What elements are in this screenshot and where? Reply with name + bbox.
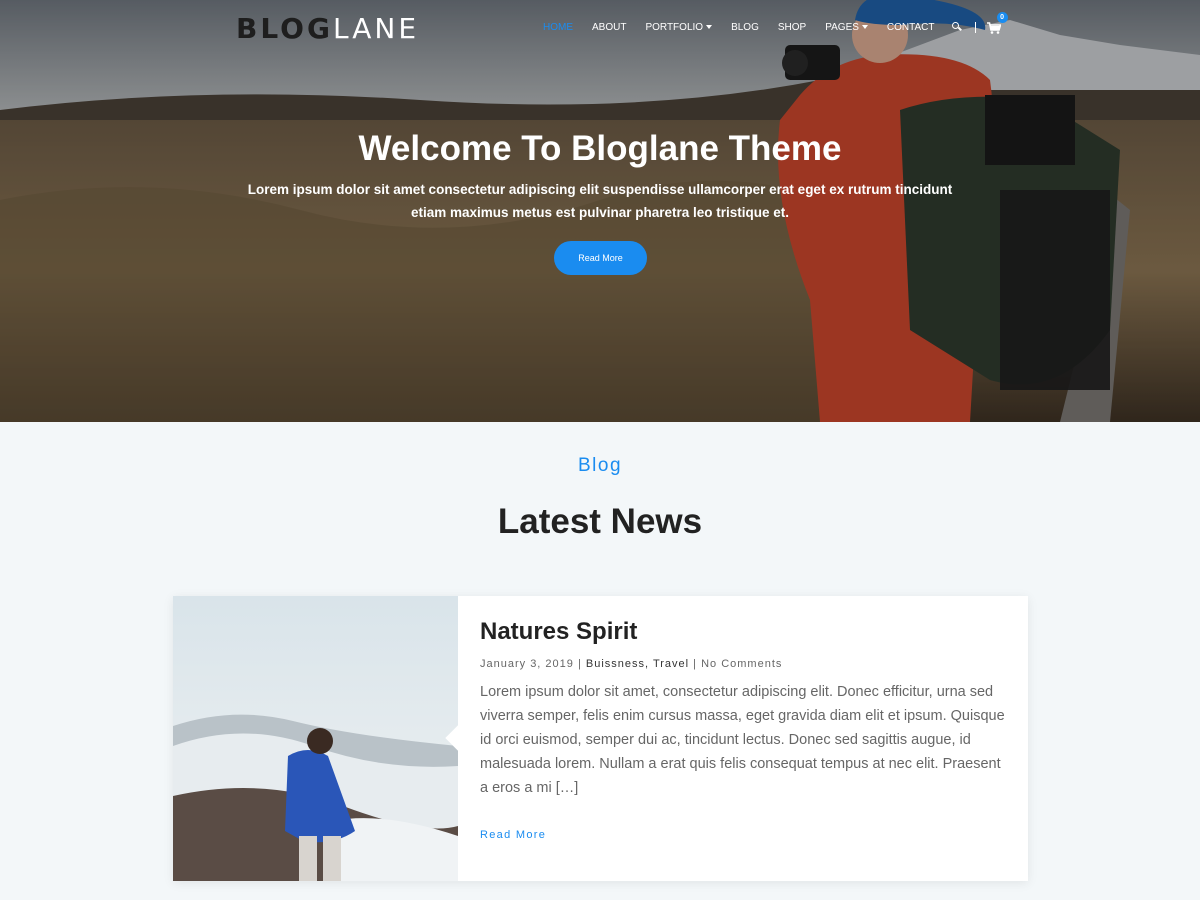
nav-blog[interactable]: BLOG — [731, 22, 759, 33]
section-label: Blog — [577, 455, 623, 476]
read-more-link[interactable]: Read More — [480, 829, 546, 841]
nav-home[interactable]: HOME — [543, 22, 573, 33]
post-comments-link[interactable]: No Comments — [701, 658, 782, 670]
nav-contact[interactable]: CONTACT — [887, 22, 935, 33]
nav-pages[interactable]: PAGES — [825, 22, 868, 33]
nav-portfolio[interactable]: PORTFOLIO — [645, 21, 713, 33]
cart-button[interactable]: 0 — [986, 12, 1008, 34]
logo-text-dark: BLOG — [236, 12, 333, 45]
meta-separator: | — [577, 658, 586, 670]
post-category-link[interactable]: Travel — [653, 658, 689, 670]
post-excerpt: Lorem ipsum dolor sit amet, consectetur … — [480, 684, 1005, 796]
cart-count-badge: 0 — [996, 12, 1008, 23]
post-title[interactable]: Natures Spirit — [480, 618, 637, 646]
site-logo[interactable]: BLOGLANE — [236, 12, 419, 45]
nav-shop[interactable]: SHOP — [778, 22, 806, 33]
hero-read-more-button[interactable]: Read More — [554, 241, 647, 275]
nav-pages-label: PAGES — [825, 21, 859, 33]
main-nav: HOME ABOUT PORTFOLIO BLOG SHOP PAGES CON… — [543, 12, 1008, 34]
nav-contact-label: CONTACT — [886, 21, 935, 33]
nav-home-label: HOME — [543, 21, 573, 33]
post-card: Natures Spirit January 3, 2019 | Buissne… — [173, 596, 1028, 881]
post-category-link[interactable]: Buissness — [586, 658, 645, 670]
search-icon[interactable] — [951, 22, 962, 32]
meta-separator: | — [693, 658, 702, 670]
nav-about-label: ABOUT — [592, 21, 627, 33]
hero-text: Lorem ipsum dolor sit amet consectetur a… — [247, 182, 953, 220]
post-date[interactable]: January 3, 2019 — [480, 658, 574, 670]
post-meta: January 3, 2019 | Buissness, Travel | No… — [480, 658, 782, 670]
post-thumbnail[interactable] — [173, 596, 458, 881]
post-image — [173, 596, 458, 881]
nav-blog-label: BLOG — [731, 21, 759, 33]
section-title: Latest News — [497, 502, 703, 541]
nav-shop-label: SHOP — [777, 21, 807, 33]
chevron-down-icon — [861, 25, 868, 29]
nav-portfolio-label: PORTFOLIO — [645, 21, 704, 33]
cart-icon — [986, 22, 1002, 34]
chevron-down-icon — [706, 25, 713, 29]
nav-about[interactable]: ABOUT — [592, 22, 626, 33]
logo-text-light: LANE — [332, 12, 420, 45]
category-separator: , — [645, 658, 653, 670]
hero-title: Welcome To Bloglane Theme — [358, 129, 842, 168]
nav-divider — [974, 21, 976, 33]
